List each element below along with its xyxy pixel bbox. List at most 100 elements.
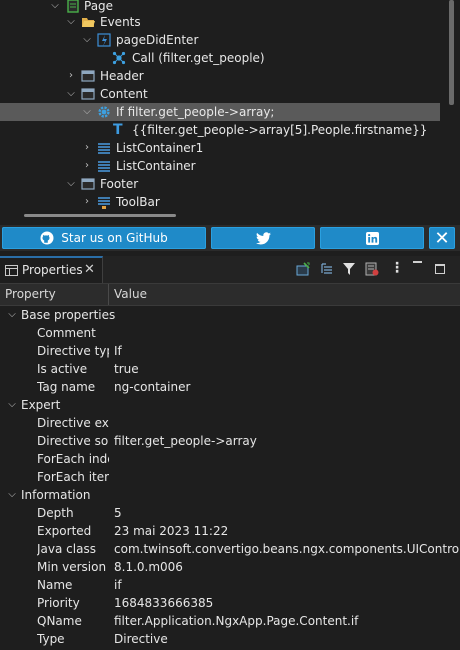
property-row[interactable]: Java class com.twinsoft.convertigo.beans… [0, 540, 460, 558]
chevron-right-icon[interactable]: › [65, 67, 77, 85]
property-name: Exported [37, 524, 92, 538]
tree-item-label: Content [100, 87, 148, 101]
tree-item-label: ListContainer1 [116, 141, 204, 155]
chevron-down-icon[interactable]: ⌵ [6, 486, 18, 504]
folder-open-icon [82, 18, 95, 27]
close-icon: ✕ [434, 227, 450, 249]
category-expert[interactable]: ⌵ Expert [0, 396, 460, 414]
property-row[interactable]: Type Directive [0, 630, 460, 648]
property-row[interactable]: Min version 8.1.0.m006 [0, 558, 460, 576]
linkedin-icon [365, 231, 379, 245]
event-icon [97, 33, 111, 47]
tree-item-label: Events [100, 15, 141, 29]
chevron-down-icon[interactable]: ⌵ [81, 31, 93, 49]
chevron-down-icon[interactable]: ⌵ [6, 396, 18, 414]
property-value[interactable]: if [114, 576, 460, 594]
minimize-icon[interactable] [413, 261, 422, 263]
property-row[interactable]: Directive type If [0, 342, 460, 360]
property-value[interactable]: ng-container [114, 378, 460, 396]
property-value[interactable]: 8.1.0.m006 [114, 558, 460, 576]
property-row[interactable]: Is active true [0, 360, 460, 378]
property-value[interactable]: If [114, 342, 460, 360]
container-icon [81, 88, 95, 100]
column-divider[interactable] [108, 284, 109, 305]
property-value[interactable]: filter.get_people->array [114, 432, 460, 450]
filter-icon[interactable] [342, 262, 356, 276]
tree-item-header[interactable]: › Header [0, 67, 440, 85]
view-menu-icon[interactable]: ⋮ [390, 260, 404, 276]
tree-horizontal-scrollbar[interactable] [24, 214, 176, 217]
list-icon [98, 161, 110, 172]
chevron-down-icon[interactable]: ⌵ [65, 175, 77, 193]
property-row[interactable]: QName filter.Application.NgxApp.Page.Con… [0, 612, 460, 630]
tree-item-pagedidenter[interactable]: ⌵ pageDidEnter [0, 31, 440, 49]
property-name: Comment [37, 326, 96, 340]
tree-item-content[interactable]: ⌵ Content [0, 85, 440, 103]
property-row[interactable]: Tag name ng-container [0, 378, 460, 396]
property-value[interactable]: 1684833666385 [114, 594, 460, 612]
property-value[interactable]: filter.Application.NgxApp.Page.Content.i… [114, 612, 460, 630]
property-name: QName [37, 614, 82, 628]
property-value[interactable]: Directive [114, 630, 460, 648]
tree-item-toolbar[interactable]: › ToolBar [0, 193, 440, 211]
chevron-down-icon[interactable]: ⌵ [65, 85, 77, 103]
chevron-down-icon[interactable]: ⌵ [65, 13, 77, 31]
gear-icon [98, 106, 110, 118]
tree-item-listcontainer[interactable]: › ListContainer [0, 157, 440, 175]
property-row[interactable]: Directive sour filter.get_people->array [0, 432, 460, 450]
property-row[interactable]: Priority 1684833666385 [0, 594, 460, 612]
property-value[interactable]: true [114, 360, 460, 378]
property-value[interactable]: com.twinsoft.convertigo.beans.ngx.compon… [114, 540, 460, 558]
column-header-property[interactable]: Property [5, 287, 56, 301]
property-row[interactable]: Directive expr [0, 414, 460, 432]
tab-close-icon[interactable]: ✕ [84, 262, 95, 277]
column-header-value[interactable]: Value [114, 287, 147, 301]
tree-item-call[interactable]: Call (filter.get_people) [0, 49, 440, 67]
categories-icon[interactable] [320, 262, 334, 276]
page-icon [67, 0, 79, 13]
social-button-bar: Star us on GitHub ✕ [0, 225, 460, 251]
tree-item-label: ListContainer [116, 159, 196, 173]
property-row[interactable]: Name if [0, 576, 460, 594]
chevron-down-icon[interactable]: ⌵ [6, 306, 18, 324]
maximize-icon[interactable] [435, 264, 445, 274]
tree-vertical-scrollbar[interactable] [449, 0, 454, 105]
property-row[interactable]: Exported 23 mai 2023 11:22 [0, 522, 460, 540]
property-value[interactable]: 23 mai 2023 11:22 [114, 522, 460, 540]
twitter-button[interactable] [211, 227, 315, 249]
property-row[interactable]: Depth 5 [0, 504, 460, 522]
chevron-right-icon[interactable]: › [81, 157, 93, 175]
property-value[interactable]: 5 [114, 504, 460, 522]
tree-item-if-directive[interactable]: ⌵ If filter.get_people->array; [0, 103, 440, 121]
github-star-button[interactable]: Star us on GitHub [2, 227, 206, 249]
chevron-right-icon[interactable]: › [81, 193, 93, 211]
property-row[interactable]: ForEach index [0, 450, 460, 468]
category-base-properties[interactable]: ⌵ Base properties [0, 306, 460, 324]
category-label: Information [21, 488, 91, 502]
category-label: Base properties [21, 308, 116, 322]
text-icon: T [113, 122, 123, 138]
restore-defaults-icon[interactable] [365, 262, 379, 276]
tree-item-text[interactable]: T {{filter.get_people->array[5].People.f… [0, 121, 440, 139]
property-name: ForEach index [37, 452, 109, 466]
pin-editor-icon[interactable] [296, 262, 310, 276]
properties-table-header: Property Value [0, 284, 460, 306]
category-information[interactable]: ⌵ Information [0, 486, 460, 504]
tree-item-label: ToolBar [116, 195, 160, 209]
tree-item-label: Header [100, 69, 144, 83]
project-tree: ⌵ Page ⌵ Events ⌵ pageDidEnter Call (fil… [0, 0, 460, 222]
property-row[interactable]: Comment [0, 324, 460, 342]
chevron-right-icon[interactable]: › [81, 139, 93, 157]
tree-item-events[interactable]: ⌵ Events [0, 13, 440, 31]
chevron-down-icon[interactable]: ⌵ [81, 103, 93, 121]
twitter-icon [255, 231, 271, 244]
property-name: Priority [37, 596, 80, 610]
linkedin-button[interactable] [320, 227, 424, 249]
tab-properties[interactable]: Properties ✕ [0, 256, 103, 283]
tree-item-listcontainer1[interactable]: › ListContainer1 [0, 139, 440, 157]
close-bar-button[interactable]: ✕ [429, 227, 455, 249]
tree-item-footer[interactable]: ⌵ Footer [0, 175, 440, 193]
call-icon [112, 51, 126, 65]
property-row[interactable]: ForEach item [0, 468, 460, 486]
property-name: ForEach item [37, 470, 109, 484]
